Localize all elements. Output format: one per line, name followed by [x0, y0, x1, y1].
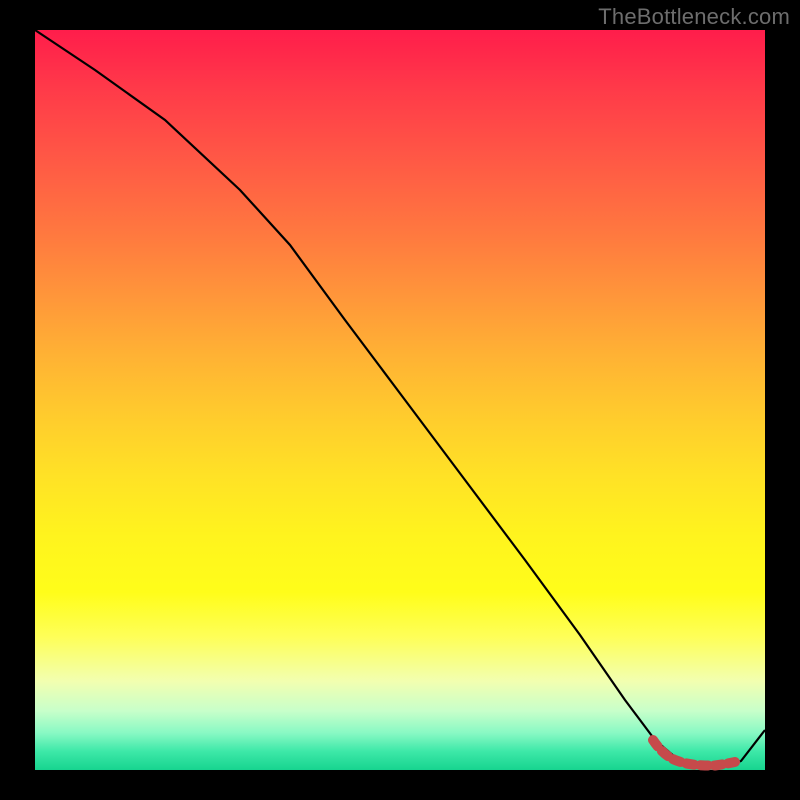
- chart-overlay: [35, 30, 765, 770]
- chart-frame: TheBottleneck.com: [0, 0, 800, 800]
- main-curve-line: [35, 30, 765, 766]
- highlight-segment-line: [653, 740, 735, 766]
- watermark-text: TheBottleneck.com: [598, 4, 790, 30]
